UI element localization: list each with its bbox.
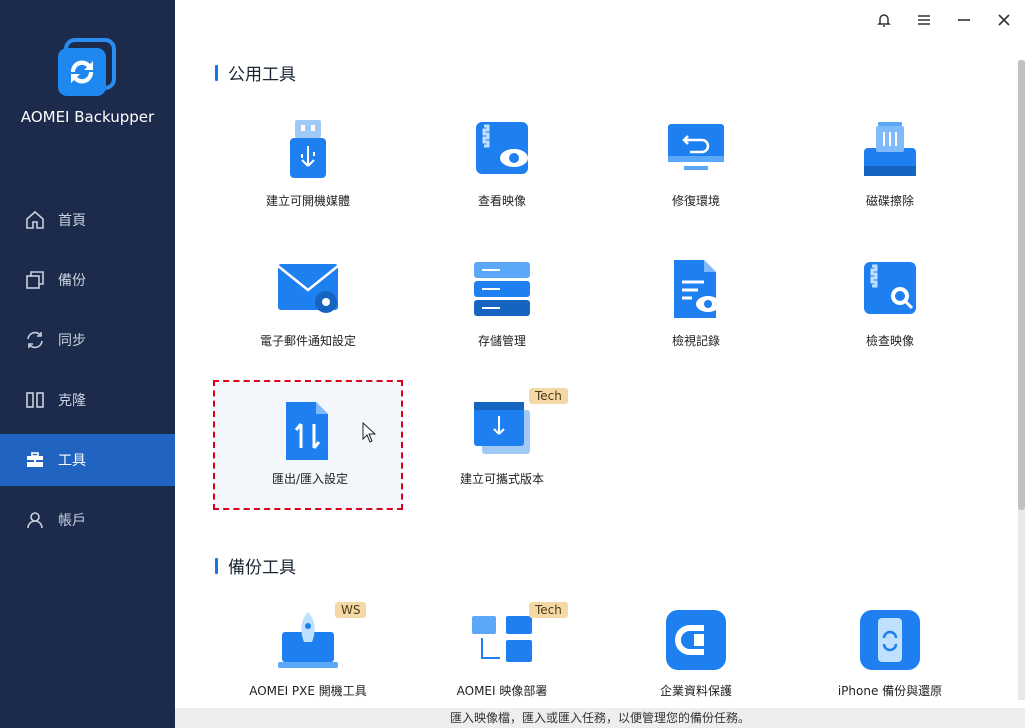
tool-label: AOMEI PXE 開機工具 bbox=[249, 684, 367, 698]
sidebar-item-label: 同步 bbox=[58, 333, 86, 349]
tool-image-deploy[interactable]: AOMEI 映像部署 Tech bbox=[407, 602, 597, 708]
tool-label: 磁碟擦除 bbox=[865, 194, 914, 208]
tool-label: 查看映像 bbox=[477, 194, 526, 208]
tool-label: 修復環境 bbox=[671, 194, 720, 208]
usb-drive-icon bbox=[276, 118, 340, 182]
tool-label: 電子郵件通知設定 bbox=[259, 334, 356, 348]
sidebar-item-label: 克隆 bbox=[58, 393, 86, 409]
sidebar-item-sync[interactable]: 同步 bbox=[0, 314, 175, 366]
sidebar-item-tools[interactable]: 工具 bbox=[0, 434, 175, 486]
backup-icon bbox=[24, 269, 46, 291]
check-image-icon bbox=[858, 258, 922, 322]
app-name: AOMEI Backupper bbox=[20, 108, 155, 126]
vertical-scrollbar[interactable] bbox=[1018, 60, 1025, 700]
tool-label: 匯出/匯入設定 bbox=[271, 472, 349, 486]
export-import-icon bbox=[276, 400, 340, 464]
sidebar-item-account[interactable]: 帳戶 bbox=[0, 494, 175, 546]
user-icon bbox=[24, 509, 46, 531]
tool-label: 存儲管理 bbox=[477, 334, 526, 348]
tool-label: 檢查映像 bbox=[865, 334, 914, 348]
tool-view-logs[interactable]: 檢視記錄 bbox=[601, 258, 791, 388]
tech-badge: Tech bbox=[529, 602, 568, 618]
tool-label: 企業資料保護 bbox=[659, 684, 732, 698]
tool-create-bootable-media[interactable]: 建立可開機媒體 bbox=[213, 118, 403, 248]
tech-badge: Tech bbox=[529, 388, 568, 404]
sidebar-item-backup[interactable]: 備份 bbox=[0, 254, 175, 306]
tool-label: 檢視記錄 bbox=[671, 334, 720, 348]
pxe-boot-icon bbox=[276, 608, 340, 672]
status-bar: 匯入映像檔，匯入或匯入任務，以便管理您的備份任務。 bbox=[175, 708, 1025, 728]
app-logo-icon bbox=[56, 38, 118, 100]
tool-iphone-backup[interactable]: iPhone 備份與還原 bbox=[795, 608, 985, 708]
sidebar-item-label: 首頁 bbox=[58, 213, 86, 229]
tool-label: AOMEI 映像部署 bbox=[456, 684, 548, 698]
tool-disk-wipe[interactable]: 磁碟擦除 bbox=[795, 118, 985, 248]
main-content: 公用工具 建立可開機媒體 查看映像 修復環境 磁碟擦除 電子郵件通知設定 存儲管… bbox=[175, 0, 1025, 708]
scrollbar-thumb[interactable] bbox=[1018, 60, 1025, 510]
sidebar-item-clone[interactable]: 克隆 bbox=[0, 374, 175, 426]
sidebar-item-home[interactable]: 首頁 bbox=[0, 194, 175, 246]
clone-icon bbox=[24, 389, 46, 411]
portable-version-icon bbox=[470, 396, 534, 460]
sidebar-item-label: 工具 bbox=[58, 453, 86, 469]
tool-label: iPhone 備份與還原 bbox=[837, 684, 943, 698]
mouse-cursor-icon bbox=[362, 421, 378, 444]
sidebar-item-label: 備份 bbox=[58, 273, 86, 289]
home-icon bbox=[24, 209, 46, 231]
log-view-icon bbox=[664, 258, 728, 322]
tool-email-notification[interactable]: 電子郵件通知設定 bbox=[213, 258, 403, 388]
tool-export-import-settings[interactable]: 匯出/匯入設定 bbox=[213, 380, 403, 510]
section-marker bbox=[215, 557, 218, 574]
tool-view-image[interactable]: 查看映像 bbox=[407, 118, 597, 248]
image-deploy-icon bbox=[470, 608, 534, 672]
sidebar-item-label: 帳戶 bbox=[58, 513, 86, 529]
tool-storage-management[interactable]: 存儲管理 bbox=[407, 258, 597, 388]
tool-centralized-backup[interactable]: 企業資料保護 bbox=[601, 608, 791, 708]
storage-icon bbox=[470, 258, 534, 322]
tool-recovery-environment[interactable]: 修復環境 bbox=[601, 118, 791, 248]
section-title-backup-tools: 備份工具 bbox=[215, 553, 296, 578]
sidebar: AOMEI Backupper 首頁 備份 同步 克隆 工具 帳戶 bbox=[0, 0, 175, 728]
section-marker bbox=[215, 64, 218, 81]
ws-badge: WS bbox=[335, 602, 367, 618]
disk-wipe-icon bbox=[858, 118, 922, 182]
tool-pxe-boot[interactable]: AOMEI PXE 開機工具 WS bbox=[213, 602, 403, 708]
tool-label: 建立可攜式版本 bbox=[459, 472, 544, 486]
sync-icon bbox=[24, 329, 46, 351]
section-title-common-tools: 公用工具 bbox=[215, 60, 296, 85]
toolbox-icon bbox=[24, 449, 46, 471]
view-image-icon bbox=[470, 118, 534, 182]
monitor-restore-icon bbox=[664, 118, 728, 182]
centralized-backup-icon bbox=[664, 608, 728, 672]
tool-label: 建立可開機媒體 bbox=[265, 194, 350, 208]
iphone-backup-icon bbox=[858, 608, 922, 672]
tool-check-image[interactable]: 檢查映像 bbox=[795, 258, 985, 388]
tool-create-portable-version[interactable]: 建立可攜式版本 Tech bbox=[407, 388, 597, 526]
email-settings-icon bbox=[276, 258, 340, 322]
